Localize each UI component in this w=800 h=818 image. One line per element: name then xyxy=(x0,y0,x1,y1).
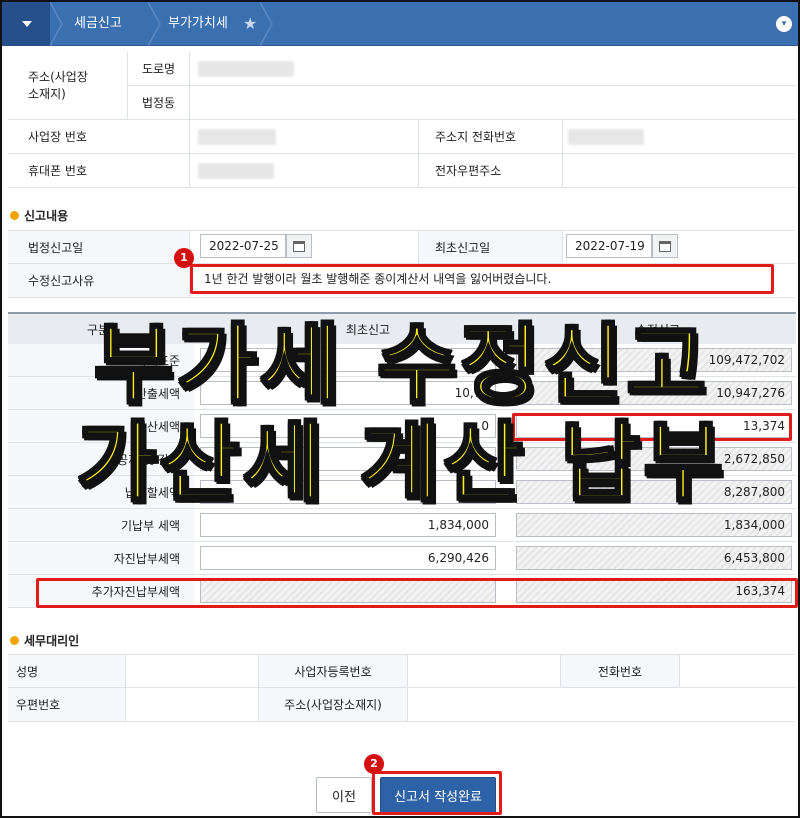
legal-dong-label: 법정동 xyxy=(128,86,190,119)
step-badge-1: 1 xyxy=(174,248,194,268)
additional-payment-highlight-box xyxy=(36,578,798,608)
collapse-circle-icon[interactable]: ▾ xyxy=(776,16,792,32)
calc-label: 자진납부세액 xyxy=(8,542,194,574)
bullet-icon xyxy=(10,211,19,220)
address-legal-row: 법정동 xyxy=(8,86,796,120)
mobile-redacted xyxy=(198,163,274,179)
agent-biz-reg-label: 사업자등록번호 xyxy=(258,655,408,687)
breadcrumb-level1[interactable]: 세금신고 xyxy=(74,2,122,46)
report-section-title: 신고내용 xyxy=(10,207,68,224)
agent-name-label: 성명 xyxy=(8,655,126,687)
calc-amended-value: 6,453,800 xyxy=(516,546,792,570)
chevron-down-icon xyxy=(22,21,32,27)
prev-button[interactable]: 이전 xyxy=(316,777,372,813)
calc-first-input[interactable]: 6,290,426 xyxy=(200,546,496,570)
first-date-calendar-button[interactable] xyxy=(652,234,678,258)
agent-postal-label: 우편번호 xyxy=(8,688,126,721)
address-phone-redacted xyxy=(568,129,644,145)
calendar-icon xyxy=(659,240,671,252)
table-row: 기납부 세액 1,834,000 1,834,000 xyxy=(8,509,796,542)
breadcrumb-separator xyxy=(148,2,161,46)
agent-address-label: 주소(사업장소재지) xyxy=(258,688,408,721)
legal-date-label: 법정신고일 xyxy=(8,231,190,263)
page-frame: 세금신고 부가가치세 ★ ▾ 주소(사업장 소재지) 도로명 법정동 사업장 번… xyxy=(0,0,800,818)
overlay-headline-1: 부가세 수정신고 xyxy=(93,315,710,415)
place-number-row: 사업장 번호 주소지 전화번호 xyxy=(8,120,796,154)
first-date-input[interactable]: 2022-07-19 xyxy=(566,234,652,258)
calendar-icon xyxy=(293,240,305,252)
mobile-label: 휴대폰 번호 xyxy=(8,154,190,187)
place-number-label: 사업장 번호 xyxy=(8,120,190,153)
place-number-redacted xyxy=(198,129,276,145)
agent-row-1: 성명 사업자등록번호 전화번호 xyxy=(8,654,796,688)
mobile-row: 휴대폰 번호 전자우편주소 xyxy=(8,154,796,188)
legal-date-input[interactable]: 2022-07-25 xyxy=(200,234,286,258)
reason-label: 수정신고사유 xyxy=(8,264,190,297)
step-badge-2: 2 xyxy=(364,754,384,774)
breadcrumb-separator xyxy=(50,2,63,46)
complete-button-highlight-box xyxy=(372,771,502,815)
bullet-icon xyxy=(10,636,19,645)
breadcrumb-level2[interactable]: 부가가치세 xyxy=(168,2,228,46)
calc-amended-value: 1,834,000 xyxy=(516,513,792,537)
email-label: 전자우편주소 xyxy=(418,154,563,187)
reason-highlight-box xyxy=(190,264,774,294)
breadcrumb-bar: 세금신고 부가가치세 ★ ▾ xyxy=(2,2,798,46)
road-label: 도로명 xyxy=(128,52,190,85)
breadcrumb-separator xyxy=(260,2,273,46)
first-date-label: 최초신고일 xyxy=(418,231,563,263)
calc-label: 기납부 세액 xyxy=(8,509,194,541)
legal-date-calendar-button[interactable] xyxy=(286,234,312,258)
road-value-redacted xyxy=(198,61,294,77)
table-row: 자진납부세액 6,290,426 6,453,800 xyxy=(8,542,796,575)
agent-section-title: 세무대리인 xyxy=(10,632,79,649)
calc-first-input[interactable]: 1,834,000 xyxy=(200,513,496,537)
agent-row-2: 우편번호 주소(사업장소재지) xyxy=(8,688,796,722)
address-road-row: 주소(사업장 소재지) 도로명 xyxy=(8,52,796,120)
favorite-star-icon[interactable]: ★ xyxy=(243,14,257,33)
agent-phone-label: 전화번호 xyxy=(560,655,680,687)
address-phone-label: 주소지 전화번호 xyxy=(418,120,563,153)
overlay-headline-2: 가산세 계산 납부 xyxy=(76,413,727,513)
menu-dropdown-button[interactable] xyxy=(2,2,50,46)
